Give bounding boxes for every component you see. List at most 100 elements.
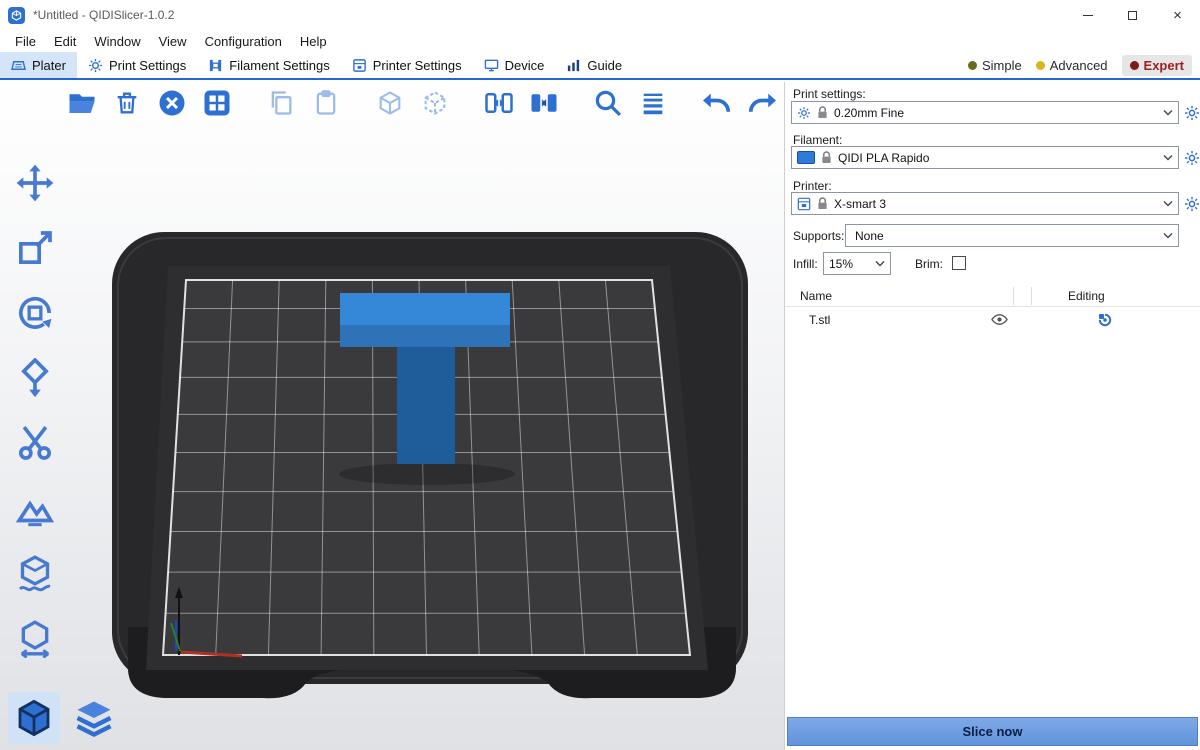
copy-button[interactable] [263, 85, 299, 121]
open-button[interactable] [64, 85, 100, 121]
device-icon [484, 58, 499, 73]
print-settings-gear-button[interactable] [1183, 104, 1200, 122]
place-on-face-tool-button[interactable] [12, 355, 58, 401]
measure-icon [15, 618, 55, 658]
open-folder-icon [67, 88, 97, 118]
cut-scissors-icon [15, 423, 55, 463]
chevron-down-icon [1163, 232, 1173, 239]
supports-combo[interactable]: None [845, 224, 1179, 247]
printer-value: X-smart 3 [834, 197, 886, 211]
minimize-button[interactable] [1065, 0, 1110, 30]
printer-gear-button[interactable] [1183, 195, 1200, 213]
paste-button[interactable] [308, 85, 344, 121]
menu-edit[interactable]: Edit [45, 34, 85, 49]
add-instance-icon [376, 89, 404, 117]
window-title: *Untitled - QIDISlicer-1.0.2 [33, 8, 174, 22]
undo-icon [702, 88, 732, 118]
delete-button[interactable] [109, 85, 145, 121]
printer-settings-icon [352, 58, 367, 73]
menu-window[interactable]: Window [85, 34, 149, 49]
split-objects-icon [484, 88, 514, 118]
chevron-down-icon [1163, 154, 1173, 161]
qidislicer-window: *Untitled - QIDISlicer-1.0.2 × File Edit… [0, 0, 1200, 750]
infill-label: Infill: [793, 257, 818, 271]
redo-button[interactable] [744, 85, 780, 121]
printer-combo[interactable]: X-smart 3 [791, 192, 1179, 215]
mode-expert[interactable]: Expert [1122, 55, 1192, 76]
supports-value: None [851, 229, 884, 243]
tab-device[interactable]: Device [473, 52, 556, 78]
brim-checkbox[interactable] [952, 256, 966, 270]
preview-view-button[interactable] [68, 692, 120, 744]
print-settings-combo[interactable]: 0.20mm Fine [791, 101, 1179, 124]
search-icon [593, 88, 623, 118]
filament-combo[interactable]: QIDI PLA Rapido [791, 146, 1179, 169]
mode-simple[interactable]: Simple [968, 58, 1022, 73]
object-name: T.stl [809, 313, 830, 327]
split-parts-button[interactable] [526, 85, 562, 121]
measure-tool-button[interactable] [12, 615, 58, 661]
filament-settings-icon [208, 58, 223, 73]
delete-all-button[interactable] [154, 85, 190, 121]
object-row-t-stl[interactable]: T.stl [785, 308, 1200, 332]
3d-viewport[interactable] [0, 82, 784, 750]
tab-printer-settings[interactable]: Printer Settings [341, 52, 473, 78]
support-paint-tool-button[interactable] [12, 485, 58, 531]
seam-paint-tool-button[interactable] [12, 550, 58, 596]
rotate-icon [15, 293, 55, 333]
guide-icon [566, 58, 581, 73]
arrange-button[interactable] [199, 85, 235, 121]
tab-plater[interactable]: Plater [0, 52, 77, 78]
menu-view[interactable]: View [150, 34, 196, 49]
settings-sidebar: Print settings: 0.20mm Fine Filament: QI… [784, 82, 1200, 750]
chevron-down-icon [875, 260, 885, 267]
viewport-toolbar [64, 85, 780, 121]
place-on-face-icon [15, 358, 55, 398]
tab-print-settings[interactable]: Print Settings [77, 52, 197, 78]
redo-icon [747, 88, 777, 118]
visibility-eye-icon[interactable] [991, 312, 1008, 327]
print-profile-gear-icon [797, 106, 811, 120]
variable-layer-height-button[interactable] [635, 85, 671, 121]
remove-instance-icon [421, 89, 449, 117]
mode-advanced[interactable]: Advanced [1036, 58, 1108, 73]
tab-filament-settings[interactable]: Filament Settings [197, 52, 340, 78]
add-instance-button[interactable] [372, 85, 408, 121]
maximize-button[interactable] [1110, 0, 1155, 30]
infill-combo[interactable]: 15% [823, 252, 891, 275]
object-editing-icon[interactable] [1097, 312, 1113, 328]
tab-bar: Plater Print Settings Filament Settings … [0, 52, 1200, 80]
object-list-header: Name Editing [785, 285, 1200, 307]
mode-selector: Simple Advanced Expert [968, 52, 1200, 78]
cut-tool-button[interactable] [12, 420, 58, 466]
print-settings-value: 0.20mm Fine [834, 106, 904, 120]
lock-icon [817, 106, 828, 119]
move-tool-button[interactable] [12, 160, 58, 206]
menu-file[interactable]: File [6, 34, 45, 49]
remove-instance-button[interactable] [417, 85, 453, 121]
brim-label: Brim: [915, 257, 943, 271]
undo-button[interactable] [699, 85, 735, 121]
scale-tool-button[interactable] [12, 225, 58, 271]
view-mode-toggles [8, 692, 120, 744]
column-name: Name [800, 289, 832, 303]
model-shadow [339, 463, 515, 485]
lock-icon [817, 197, 828, 210]
close-icon: × [1173, 8, 1182, 23]
advanced-mode-dot-icon [1036, 61, 1045, 70]
paste-icon [312, 89, 340, 117]
move-icon [15, 163, 55, 203]
3d-editor-view-button[interactable] [8, 692, 60, 744]
filament-gear-button[interactable] [1183, 149, 1200, 167]
rotate-tool-button[interactable] [12, 290, 58, 336]
infill-value: 15% [829, 257, 853, 271]
menu-configuration[interactable]: Configuration [196, 34, 291, 49]
tab-guide[interactable]: Guide [555, 52, 633, 78]
close-button[interactable]: × [1155, 0, 1200, 30]
search-button[interactable] [590, 85, 626, 121]
split-objects-button[interactable] [481, 85, 517, 121]
menu-help[interactable]: Help [291, 34, 336, 49]
menu-bar: File Edit Window View Configuration Help [0, 30, 1200, 52]
slice-now-button[interactable]: Slice now [787, 717, 1198, 746]
filament-label: Filament: [793, 133, 842, 147]
